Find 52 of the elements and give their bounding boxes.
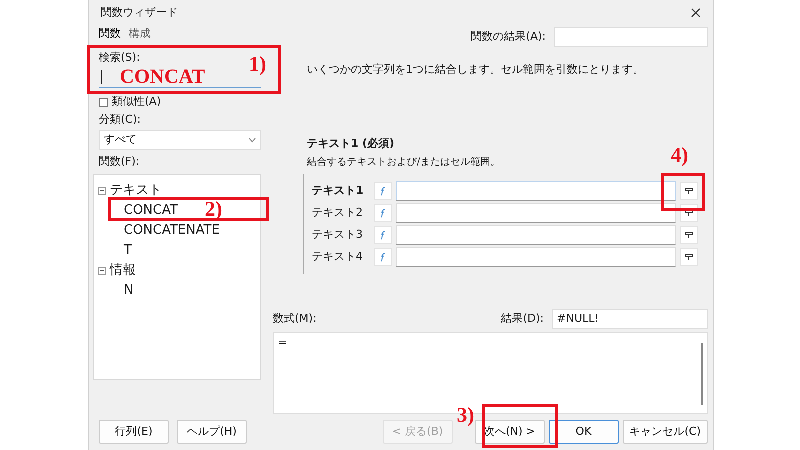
tree-category[interactable]: 情報 [110, 261, 136, 281]
annotation-label: 4) [671, 145, 688, 166]
field-label: 関数(F): [99, 154, 141, 170]
shrink-icon[interactable] [680, 248, 698, 266]
tree-item[interactable]: T [94, 241, 132, 261]
tree-item[interactable]: CONCATENATE [94, 221, 220, 241]
argument-label: テキスト3 [312, 227, 364, 243]
field-label: 検索(S): [99, 50, 140, 66]
collapse-icon[interactable] [98, 187, 106, 195]
function-icon[interactable] [374, 204, 392, 222]
function-icon[interactable] [374, 248, 392, 266]
dialog-button[interactable]: 次へ(N) > [474, 420, 545, 444]
argument-input[interactable] [396, 203, 676, 223]
dialog-button[interactable]: ヘルプ(H) [177, 420, 247, 444]
text-cursor [101, 70, 102, 84]
close-icon[interactable] [691, 8, 701, 18]
tree-item[interactable]: CONCAT [94, 201, 178, 221]
dialog-button[interactable]: OK [548, 420, 619, 444]
function-icon[interactable] [374, 226, 392, 244]
function-icon[interactable] [374, 182, 392, 200]
shrink-icon[interactable] [680, 182, 698, 200]
argument-description: 結合するテキストおよび/またはセル範囲。 [307, 156, 500, 170]
tree-item[interactable]: N [94, 281, 134, 301]
collapse-icon[interactable] [98, 267, 106, 275]
dialog-button[interactable]: キャンセル(C) [622, 420, 708, 444]
field-label: 数式(M): [273, 311, 317, 327]
field-label: 結果(D): [501, 311, 544, 327]
chevron-down-icon [249, 138, 256, 142]
checkbox-label: 類似性(A) [112, 94, 162, 110]
argument-title: テキスト1 (必須) [307, 136, 396, 152]
field-label: 関数の結果(A): [471, 29, 546, 45]
tab[interactable]: 構成 [129, 26, 151, 46]
dialog-button[interactable]: 行列(E) [99, 420, 169, 444]
field-label: 分類(C): [99, 112, 142, 128]
argument-label: テキスト4 [312, 249, 364, 265]
annotation-note: CONCAT [120, 66, 206, 88]
function-description: いくつかの文字列を1つに結合します。セル範囲を引数にとります。 [307, 62, 645, 78]
shrink-icon[interactable] [680, 226, 698, 244]
argument-input[interactable] [396, 181, 676, 201]
argument-input[interactable] [396, 247, 676, 267]
argument-input[interactable] [396, 225, 676, 245]
category-dropdown[interactable]: すべて [99, 130, 261, 150]
tab[interactable]: 関数 [99, 26, 121, 46]
tree-category[interactable]: テキスト [110, 181, 162, 201]
window-title: 関数ウィザード [101, 5, 178, 21]
argument-label: テキスト1 [312, 183, 365, 199]
argument-label: テキスト2 [312, 205, 364, 221]
checkbox[interactable] [99, 98, 108, 106]
result-value: #NULL! [552, 309, 708, 329]
annotation-frame [661, 173, 705, 211]
scrollbar[interactable] [701, 343, 703, 405]
annotation-label: 2) [205, 199, 222, 220]
